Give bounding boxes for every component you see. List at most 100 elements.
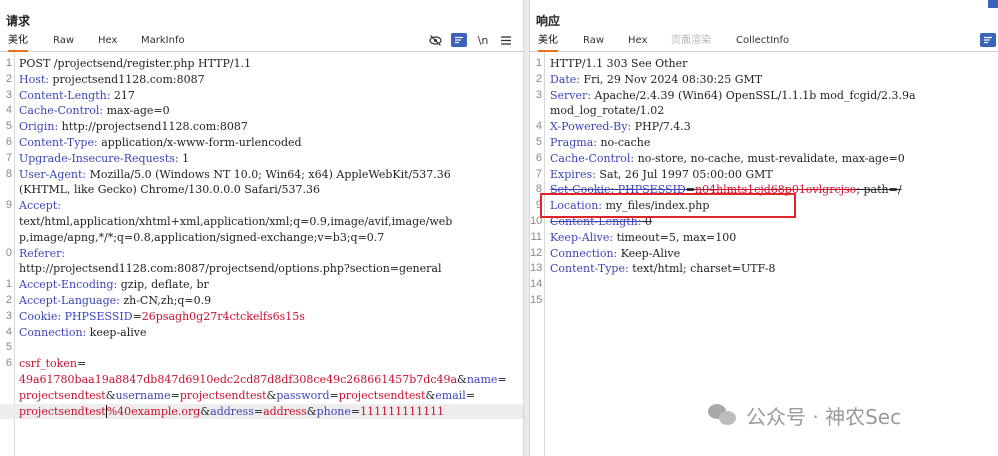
- menu-icon[interactable]: [498, 33, 514, 47]
- line-number: 12: [530, 246, 543, 259]
- newline-icon[interactable]: \n: [475, 33, 491, 47]
- token: Cache-Control:: [19, 104, 104, 118]
- code-line: text/html,application/xhtml+xml,applicat…: [0, 214, 523, 230]
- token: Content-Type:: [19, 136, 98, 149]
- line-number: 6: [5, 357, 12, 370]
- line-content: Content-Length: 217: [19, 88, 135, 104]
- wrap-icon[interactable]: [451, 33, 467, 47]
- pane-splitter[interactable]: [523, 0, 530, 456]
- line-number: 6: [535, 151, 542, 164]
- wrap-icon[interactable]: [980, 33, 996, 47]
- request-editor[interactable]: 1 POST /projectsend/register.php HTTP/1.1…: [0, 52, 523, 456]
- token: =: [76, 357, 87, 371]
- token: zh-CN,zh;q=0.9: [119, 294, 212, 307]
- line-number: 1: [5, 278, 12, 291]
- tab-pretty[interactable]: 美化: [8, 32, 28, 52]
- line-content: Cache-Control: max-age=0: [19, 103, 170, 119]
- tab-hex[interactable]: Hex: [628, 32, 647, 52]
- corner-indicator: [988, 0, 998, 8]
- token: 49a61780baa19a8847db847d6910edc2cd87d8df…: [19, 373, 458, 386]
- code-line: 12 Connection: Keep-Alive: [530, 246, 998, 262]
- token: max-age=0: [103, 104, 170, 118]
- token: no-store, no-cache, must-revalidate, max…: [634, 151, 905, 165]
- token: &: [306, 404, 317, 418]
- token: &: [200, 404, 211, 418]
- token: =: [465, 388, 476, 402]
- token: p,image/apng,*/*;q=0.8,application/signe…: [19, 230, 385, 244]
- response-tabs: 美化 Raw Hex 页面渲染 CollectInfo: [530, 32, 998, 52]
- line-content: Connection: keep-alive: [19, 325, 147, 341]
- tab-markinfo[interactable]: MarkInfo: [141, 32, 185, 52]
- line-content: Content-Type: application/x-www-form-url…: [19, 135, 302, 151]
- line-content: Content-Type: text/html; charset=UTF-8: [550, 261, 775, 277]
- tab-render[interactable]: 页面渲染: [671, 32, 711, 52]
- token: keep-alive: [86, 325, 147, 339]
- token: projectsendtest: [19, 404, 106, 418]
- token: Origin:: [19, 120, 59, 134]
- line-content: Accept:: [19, 198, 61, 214]
- token: Accept:: [19, 199, 61, 213]
- line-number: 5: [5, 120, 12, 133]
- code-line: projectsendtest&username=projectsendtest…: [0, 388, 523, 404]
- token: 111111111111: [360, 404, 445, 418]
- token: Content-Length:: [19, 88, 111, 102]
- tab-raw[interactable]: Raw: [583, 32, 604, 52]
- response-editor[interactable]: 1 HTTP/1.1 303 See Other 2 Date: Fri, 29 No…: [530, 52, 998, 456]
- line-number: 11: [530, 230, 542, 243]
- request-title: 请求: [6, 14, 31, 28]
- token: timeout=5, max=100: [613, 230, 737, 244]
- token: Pragma:: [550, 136, 597, 149]
- line-content: Cache-Control: no-store, no-cache, must-…: [550, 151, 905, 167]
- code-line: 4 Cache-Control: max-age=0: [0, 103, 523, 119]
- line-number: 3: [5, 88, 12, 101]
- token: Keep-Alive:: [550, 230, 614, 244]
- line-content: projectsendtest&username=projectsendtest…: [19, 388, 475, 404]
- token: =: [132, 309, 142, 323]
- line-content: Keep-Alive: timeout=5, max=100: [550, 230, 736, 246]
- token: password: [276, 388, 330, 402]
- token: Server:: [550, 88, 591, 102]
- code-line: 6 csrf_token=: [0, 356, 523, 372]
- token: =: [170, 388, 180, 402]
- code-line: 5 Origin: http://projectsend1128.com:8087: [0, 119, 523, 135]
- tab-hex[interactable]: Hex: [98, 32, 117, 52]
- line-number: 7: [535, 167, 542, 180]
- token: Accept-Encoding:: [19, 278, 118, 292]
- line-number: 4: [535, 120, 542, 133]
- line-content: Connection: Keep-Alive: [550, 246, 680, 262]
- watermark-text: 公众号 · 神农Sec: [746, 404, 902, 429]
- token: username: [115, 388, 171, 402]
- line-number: 5: [5, 341, 12, 354]
- line-content: Pragma: no-cache: [550, 135, 650, 151]
- line-content: User-Agent: Mozilla/5.0 (Windows NT 10.0…: [19, 167, 451, 183]
- line-content: Referer:: [19, 246, 65, 262]
- code-line: 7 Upgrade-Insecure-Requests: 1: [0, 151, 523, 167]
- code-line: 14: [530, 277, 998, 293]
- line-content: mod_log_rotate/1.02: [550, 103, 664, 119]
- token: POST /projectsend/register.php HTTP/1.1: [19, 57, 252, 70]
- code-line: 7 Expires: Sat, 26 Jul 1997 05:00:00 GMT: [530, 167, 998, 183]
- token: projectsend1128.com:8087: [49, 72, 205, 86]
- token: address: [210, 404, 254, 418]
- line-number: 9: [5, 199, 12, 212]
- code-line: p,image/apng,*/*;q=0.8,application/signe…: [0, 230, 523, 246]
- token: =: [329, 388, 339, 402]
- line-number: 6: [5, 136, 12, 148]
- line-content: (KHTML, like Gecko) Chrome/130.0.0.0 Saf…: [19, 182, 320, 198]
- tab-raw[interactable]: Raw: [53, 32, 74, 52]
- line-number: 5: [535, 136, 542, 148]
- token: HTTP/1.1 303 See Other: [550, 57, 688, 70]
- token: text/html,application/xhtml+xml,applicat…: [19, 215, 453, 228]
- tab-pretty[interactable]: 美化: [538, 32, 558, 52]
- line-content: Upgrade-Insecure-Requests: 1: [19, 151, 189, 167]
- tab-collectinfo[interactable]: CollectInfo: [736, 32, 789, 52]
- token: Expires:: [550, 167, 596, 181]
- line-number: 2: [5, 72, 12, 85]
- line-number: 15: [530, 294, 543, 306]
- eye-off-icon[interactable]: [427, 33, 443, 47]
- line-content: POST /projectsend/register.php HTTP/1.1: [19, 56, 251, 72]
- code-line: 3 Content-Length: 217: [0, 88, 523, 104]
- token: Host:: [19, 72, 49, 86]
- token: email: [435, 388, 466, 402]
- token: 1: [178, 151, 190, 165]
